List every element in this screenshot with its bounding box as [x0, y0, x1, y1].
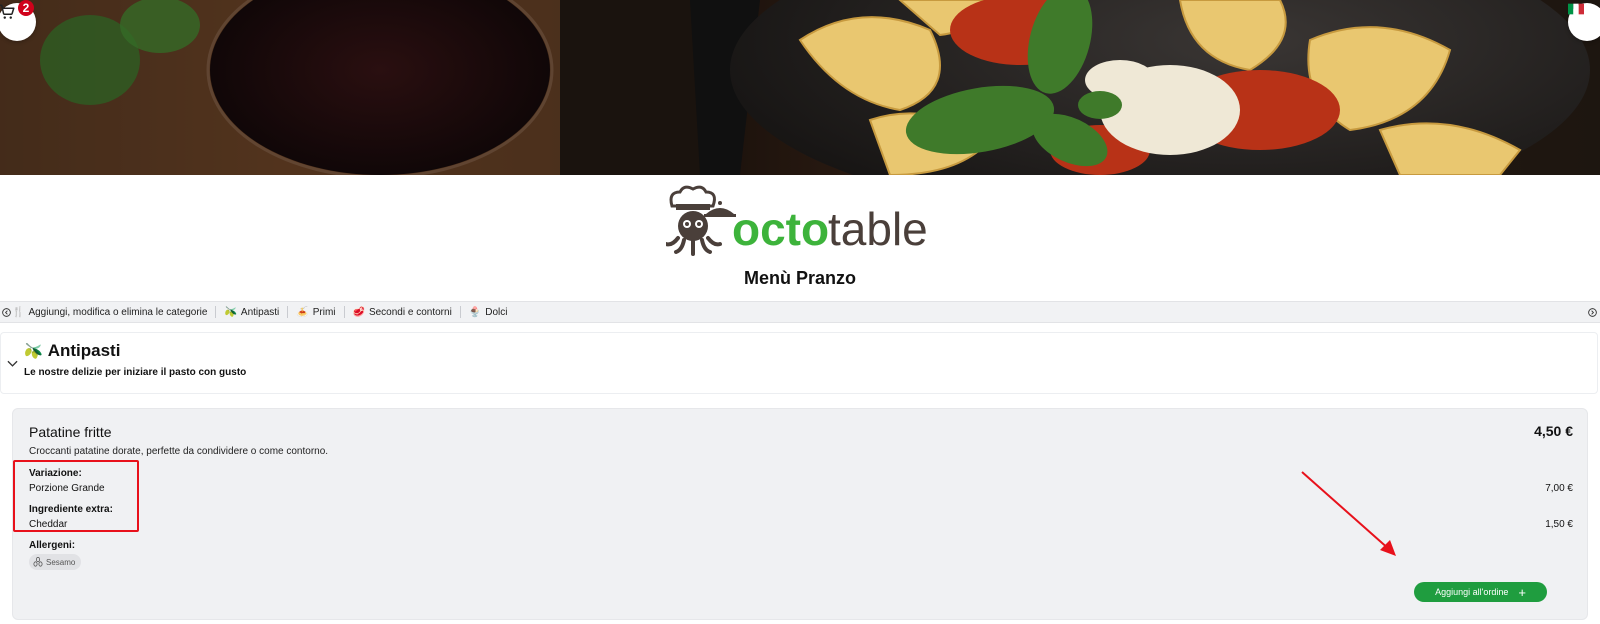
hero-banner-image: 2	[0, 0, 1600, 175]
category-label: Primi	[312, 306, 336, 318]
chevron-right-circle-icon	[1587, 307, 1597, 317]
allergens-label: Allergeni:	[29, 540, 76, 551]
variation-price: 7,00 €	[1545, 483, 1573, 494]
cart-count-badge: 2	[18, 0, 34, 16]
category-primi[interactable]: 🍝 Primi	[288, 305, 343, 319]
section-subtitle: Le nostre delizie per iniziare il pasto …	[24, 367, 247, 378]
product-price: 4,50 €	[1534, 423, 1573, 439]
italian-flag-icon	[1568, 3, 1584, 15]
chevron-left-circle-icon	[1, 307, 11, 317]
sesame-icon	[33, 557, 43, 567]
allergen-badge: Sesamo	[29, 554, 82, 570]
octotable-logo: octo table	[664, 184, 936, 256]
olive-icon: 🫒	[224, 306, 237, 318]
scroll-right-button[interactable]	[1586, 306, 1598, 318]
plus-icon: +	[1518, 584, 1526, 600]
section-title: 🫒 Antipasti	[24, 341, 120, 361]
category-antipasti[interactable]: 🫒 Antipasti	[216, 305, 287, 319]
extra-ingredient-price: 1,50 €	[1545, 519, 1573, 530]
add-to-order-label: Aggiungi all'ordine	[1435, 587, 1509, 597]
category-label: Antipasti	[240, 306, 280, 318]
section-title-text: Antipasti	[47, 341, 121, 360]
category-dolci[interactable]: 🍨 Dolci	[461, 305, 516, 319]
collapse-toggle[interactable]	[7, 355, 18, 373]
olive-icon: 🫒	[24, 343, 43, 360]
meat-icon: 🥩	[352, 306, 365, 318]
category-label: Secondi e contorni	[368, 306, 452, 318]
category-bar: 🍴 Aggiungi, modifica o elimina le catego…	[0, 301, 1600, 323]
language-button[interactable]	[1568, 3, 1600, 41]
category-secondi[interactable]: 🥩 Secondi e contorni	[345, 305, 460, 319]
hero-food-illustration	[0, 0, 1590, 175]
logo-word-octo: octo	[732, 203, 829, 255]
scroll-left-button[interactable]	[0, 306, 12, 318]
cutlery-icon: 🍴	[12, 306, 25, 318]
red-arrow-annotation	[1301, 471, 1396, 556]
category-label: Aggiungi, modifica o elimina le categori…	[28, 306, 208, 318]
product-name: Patatine fritte	[29, 424, 112, 440]
allergen-label: Sesamo	[46, 557, 76, 567]
octopus-chef-icon	[664, 185, 736, 256]
category-manage[interactable]: 🍴 Aggiungi, modifica o elimina le catego…	[12, 305, 215, 319]
category-label: Dolci	[485, 306, 508, 318]
product-description: Croccanti patatine dorate, perfette da c…	[29, 446, 329, 457]
category-section-header: 🫒 Antipasti Le nostre delizie per inizia…	[0, 332, 1598, 394]
add-to-order-button[interactable]: Aggiungi all'ordine +	[1414, 582, 1547, 602]
dessert-icon: 🍨	[468, 306, 482, 318]
logo-word-table: table	[828, 203, 928, 255]
highlight-box	[13, 460, 139, 532]
pasta-icon: 🍝	[296, 306, 309, 318]
menu-title: Menù Pranzo	[743, 268, 856, 288]
chevron-down-icon	[7, 360, 18, 367]
cart-icon	[0, 4, 15, 19]
